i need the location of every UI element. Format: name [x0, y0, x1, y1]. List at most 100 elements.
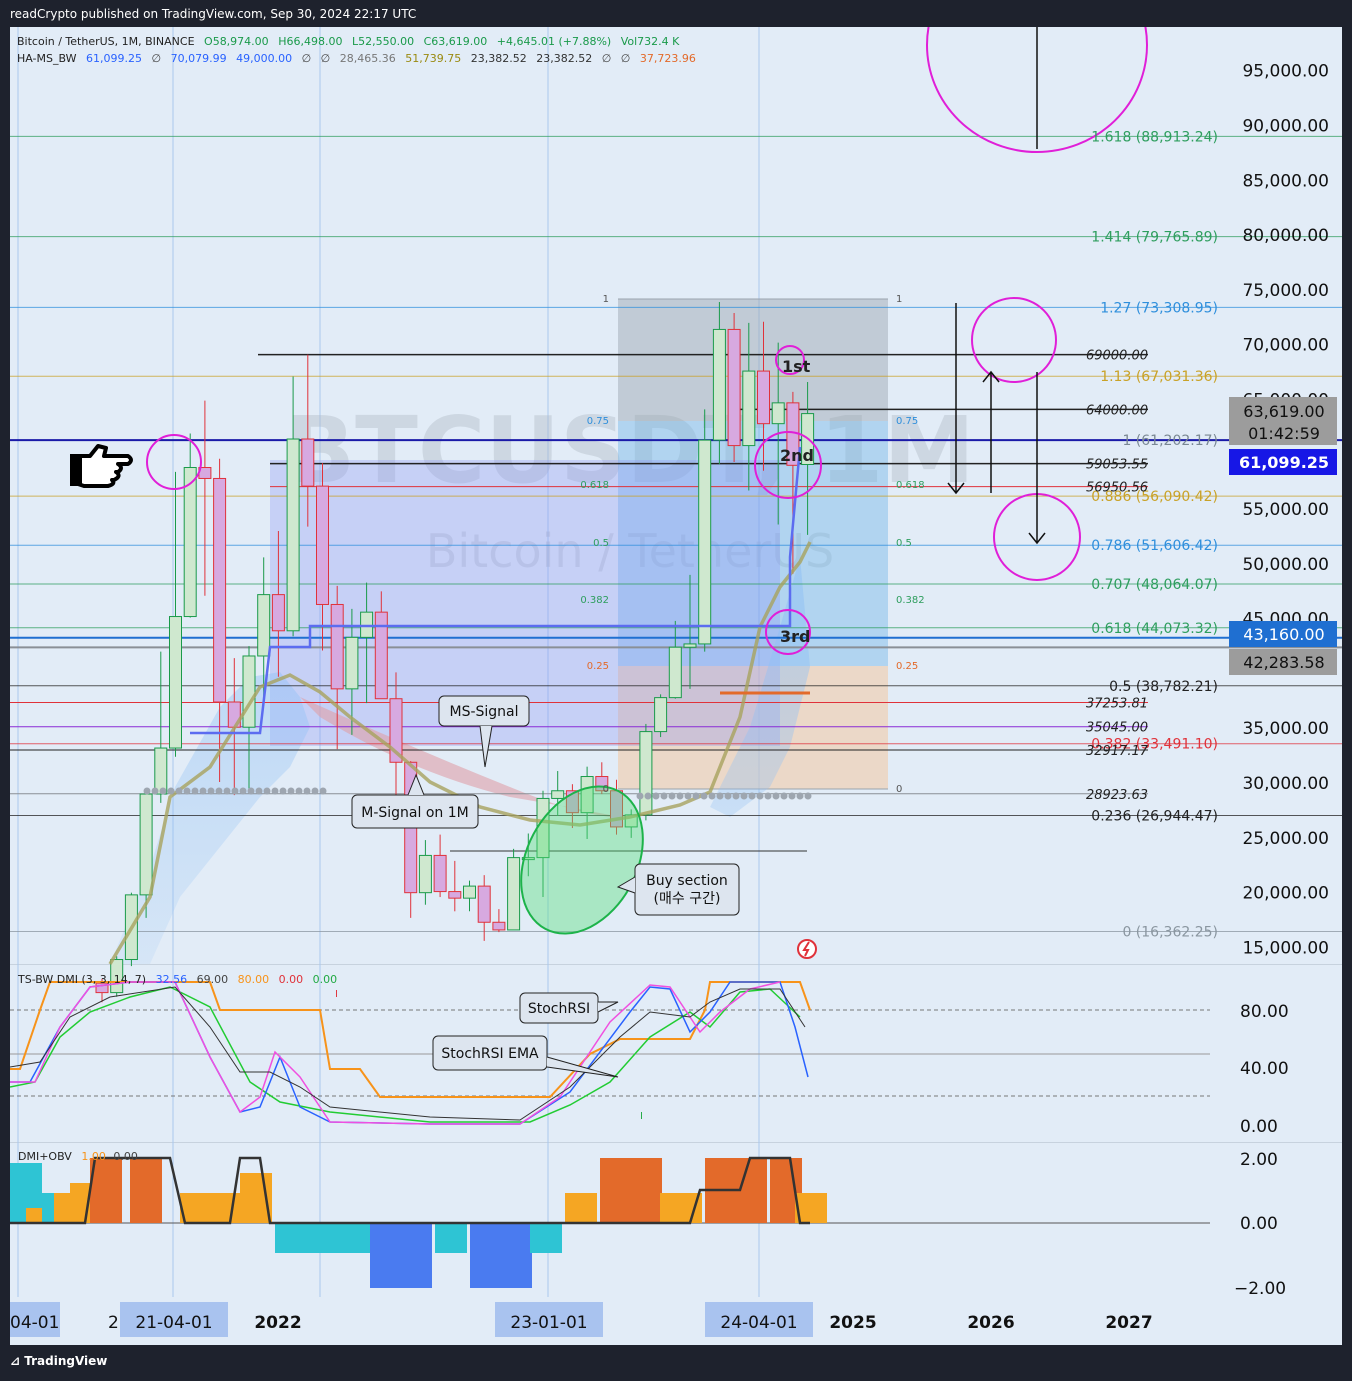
- time-label-2: 2: [108, 1313, 119, 1333]
- time-label-0401: 04-01: [10, 1313, 59, 1333]
- fib-ext-label: 0 (16,362.25): [1122, 924, 1218, 940]
- stoch-magenta-line: [10, 981, 781, 1125]
- dmi-bar: [470, 1223, 502, 1288]
- stochrsi-ema-label: StochRSI EMA: [441, 1046, 539, 1062]
- price-tick: 15,000.00: [1242, 938, 1329, 958]
- stoch-tick-80: 80.00: [1240, 1002, 1289, 1022]
- level-label: 32917.17: [1086, 744, 1149, 759]
- fib-box-label-left: 0.382: [580, 595, 609, 606]
- dmi-panel[interactable]: DMI+OBV 1.00 0.00 2.00 0.00 −2.00: [10, 1150, 1286, 1299]
- stoch-tick-40: 40.00: [1240, 1059, 1289, 1079]
- time-label-2025: 2025: [829, 1313, 876, 1333]
- candle[interactable]: [507, 848, 521, 931]
- candle[interactable]: [727, 312, 741, 463]
- tradingview-logo[interactable]: ⊿ TradingView: [10, 1354, 107, 1368]
- dmi-bar: [565, 1193, 597, 1223]
- price-tick: 80,000.00: [1242, 226, 1329, 246]
- fib-box-label-left: 0.5: [593, 538, 609, 549]
- fib-box-label-right: 1: [896, 294, 902, 305]
- time-axis[interactable]: 04-01 2 21-04-01 2022 23-01-01 24-04-01 …: [10, 1302, 1153, 1337]
- dmi-tick-2: 2.00: [1240, 1150, 1278, 1170]
- published-header: readCrypto published on TradingView.com,…: [10, 7, 417, 21]
- ms-signal-label: MS-Signal: [449, 704, 518, 720]
- stoch-panel[interactable]: I I StochRSI StochRSI EMA TS-BW DMI (3, …: [9, 973, 1289, 1137]
- buy-section-label-kr: (매수 구간): [654, 891, 721, 907]
- label-2nd: 2nd: [780, 446, 814, 465]
- candle[interactable]: [698, 409, 712, 652]
- level-label: 59053.55: [1086, 458, 1148, 473]
- fib-box-label-right: 0.75: [896, 416, 918, 427]
- indicator-info: HA-MS_BW 61,099.25 ∅ 70,079.99 49,000.00…: [17, 52, 696, 65]
- fib-ext-label: 1 (61,202.17): [1122, 433, 1218, 449]
- dmi-bar: [370, 1223, 402, 1288]
- dmi-tick-neg2: −2.00: [1234, 1279, 1286, 1299]
- buy-section-label: Buy section: [646, 873, 728, 889]
- fib-box-label-right: 0.382: [896, 595, 925, 606]
- fib-box-label-right: 0.5: [896, 538, 912, 549]
- level-label: 28923.63: [1086, 788, 1148, 803]
- stoch-title: TS-BW DMI (3, 3, 14, 7) 32.56 69.00 80.0…: [17, 973, 337, 986]
- fib-ext-label: 0.786 (51,606.42): [1091, 538, 1218, 554]
- fib-ext-label: 0.236 (26,944.47): [1091, 808, 1218, 824]
- fib-ext-label: 0.707 (48,064.07): [1091, 577, 1218, 593]
- chart-svg[interactable]: BTCUSDT, 1M Bitcoin / TetherUS 1 10.75 0…: [9, 0, 1342, 1345]
- level1-badge: 43,160.00: [1243, 625, 1324, 644]
- fib-box-label-right: 0.618: [896, 480, 925, 491]
- price-tick: 95,000.00: [1242, 62, 1329, 82]
- candle[interactable]: [654, 694, 668, 738]
- fib-box-label-left: 0.75: [587, 416, 609, 427]
- time-label-2022: 2022: [254, 1313, 301, 1333]
- fib-ext-label: 1.13 (67,031.36): [1100, 369, 1218, 385]
- fib-box-label-left: 0.618: [580, 480, 609, 491]
- price-tick: 35,000.00: [1242, 719, 1329, 739]
- ha-badge: 61,099.25: [1239, 453, 1329, 472]
- level-label: 37253.81: [1086, 697, 1148, 712]
- dmi-title: DMI+OBV 1.00 0.00: [18, 1150, 138, 1163]
- price-tick: 55,000.00: [1242, 500, 1329, 520]
- price-tick: 90,000.00: [1242, 117, 1329, 137]
- level-label: 69000.00: [1086, 349, 1148, 364]
- dmi-bar: [90, 1158, 122, 1223]
- label-3rd: 3rd: [780, 627, 810, 646]
- level2-badge: 42,283.58: [1243, 653, 1324, 672]
- dmi-bar: [130, 1158, 162, 1223]
- stoch-orange-line: [10, 981, 811, 1098]
- fib-ext-label: 1.27 (73,308.95): [1100, 300, 1218, 316]
- tv-icon: ⊿: [10, 1354, 25, 1368]
- buy-section-callout: Buy section (매수 구간): [616, 863, 740, 916]
- time-label-2026: 2026: [967, 1313, 1014, 1333]
- price-tick: 25,000.00: [1242, 829, 1329, 849]
- dmi-bar: [500, 1223, 532, 1288]
- stoch-marker-red: I: [335, 989, 338, 1000]
- price-tick: 85,000.00: [1242, 171, 1329, 191]
- price-tick: 75,000.00: [1242, 281, 1329, 301]
- stoch-tick-0: 0.00: [1240, 1117, 1278, 1137]
- level-label: 56950.56: [1086, 481, 1148, 496]
- stochrsi-ema-callout: StochRSI EMA: [432, 1035, 619, 1078]
- level-label: 35045.00: [1086, 721, 1148, 736]
- fib-box-label-left: 1: [603, 294, 609, 305]
- dmi-bar: [435, 1223, 467, 1253]
- time-label-210401: 21-04-01: [135, 1313, 212, 1333]
- time-label-240401: 24-04-01: [720, 1313, 797, 1333]
- price-tick: 20,000.00: [1242, 884, 1329, 904]
- dmi-tick-0: 0.00: [1240, 1214, 1278, 1234]
- fib-ext-label: 1.414 (79,765.89): [1091, 230, 1218, 246]
- chart-container[interactable]: BTCUSDT, 1M Bitcoin / TetherUS 1 1 0.75 …: [9, 0, 1342, 1345]
- dmi-bar: [630, 1158, 662, 1223]
- stoch-marker-green: I: [640, 1111, 643, 1122]
- fib-box-label-left: 0.25: [587, 661, 609, 672]
- dmi-bar: [530, 1223, 562, 1253]
- dmi-bar: [600, 1158, 632, 1223]
- stoch-blue-line: [10, 981, 809, 1125]
- m-signal-label: M-Signal on 1M: [361, 805, 468, 821]
- stochrsi-callout: StochRSI: [519, 992, 619, 1024]
- price-tick: 70,000.00: [1242, 336, 1329, 356]
- fib-box-label-left: 0: [603, 784, 609, 795]
- last-price-badge: 63,619.00: [1243, 402, 1324, 421]
- candle[interactable]: [639, 723, 653, 821]
- label-1st: 1st: [782, 357, 811, 376]
- alert-icon[interactable]: [797, 939, 817, 959]
- fib-ext-label: 0.5 (38,782.21): [1109, 679, 1218, 695]
- stochrsi-label: StochRSI: [528, 1001, 590, 1017]
